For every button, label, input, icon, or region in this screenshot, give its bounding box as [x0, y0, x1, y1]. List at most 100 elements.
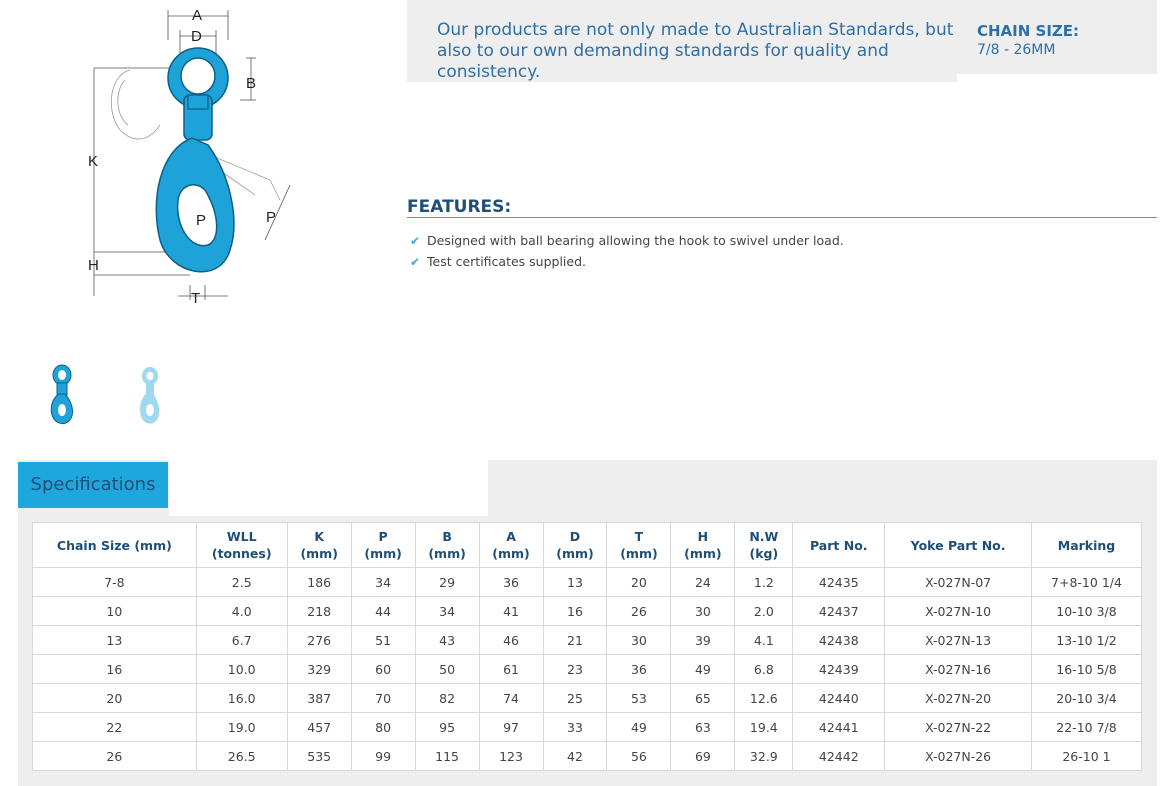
column-header: A (mm) — [478, 522, 544, 568]
table-cell: 16 — [32, 654, 197, 684]
table-row: 13 6.7 276 51 43 46 21 30 39 4.1 42438 X-027N-13 13-… — [32, 625, 1143, 655]
table-row: 20 16.0 387 70 82 74 25 53 65 12.6 42440 X-027N-20 2… — [32, 683, 1143, 713]
chain-size-title: CHAIN SIZE: — [977, 22, 1080, 40]
column-header: K (mm) — [286, 522, 352, 568]
column-header-text: N.W — [749, 529, 779, 544]
column-header-text: Chain Size (mm) — [56, 537, 172, 553]
table-cell: X-027N-13 — [884, 625, 1032, 655]
column-header-text: (tonnes) — [211, 546, 272, 561]
table-cell: 7+8-10 1/4 — [1030, 567, 1143, 597]
table-cell: 2.5 — [195, 567, 288, 597]
table-cell: 2.0 — [734, 596, 794, 626]
column-header-text: (mm) — [684, 546, 722, 561]
table-cell: 23 — [542, 654, 608, 684]
features-divider — [407, 217, 1157, 218]
table-cell: 29 — [414, 567, 480, 597]
table-cell: 115 — [414, 741, 480, 771]
table-cell: 33 — [542, 712, 608, 742]
table-cell: 41 — [478, 596, 544, 626]
table-cell: X-027N-16 — [884, 654, 1032, 684]
table-cell: 10 — [32, 596, 197, 626]
table-cell: 20 — [606, 567, 672, 597]
table-cell: X-027N-22 — [884, 712, 1032, 742]
table-cell: 6.8 — [734, 654, 794, 684]
specifications-table: Chain Size (mm) WLL (tonnes) K (mm) P (mm) B (mm… — [32, 522, 1143, 771]
table-cell: 1.2 — [734, 567, 794, 597]
table-row: 22 19.0 457 80 95 97 33 49 63 19.4 42441 X-027N-22 2… — [32, 712, 1143, 742]
column-header-text: WLL — [226, 529, 257, 544]
column-header-text: T — [634, 529, 644, 544]
label-k: K — [88, 153, 98, 170]
table-cell: 22 — [32, 712, 197, 742]
table-cell: 21 — [542, 625, 608, 655]
table-cell: 70 — [350, 683, 416, 713]
intro-text: Our products are not only made to Austra… — [437, 20, 954, 82]
table-cell: 95 — [414, 712, 480, 742]
table-cell: 56 — [606, 741, 672, 771]
column-header: N.W (kg) — [734, 522, 794, 568]
column-header-text: P — [378, 529, 388, 544]
table-cell: 13 — [542, 567, 608, 597]
label-p-outer: P — [266, 209, 276, 226]
column-header-text: Part No. — [809, 537, 868, 553]
table-cell: 36 — [478, 567, 544, 597]
table-cell: 60 — [350, 654, 416, 684]
table-cell: 16-10 5/8 — [1030, 654, 1143, 684]
thumbnail-hook-diagram[interactable] — [128, 362, 168, 432]
table-cell: 74 — [478, 683, 544, 713]
table-cell: 61 — [478, 654, 544, 684]
table-cell: 63 — [670, 712, 736, 742]
table-cell: 13 — [32, 625, 197, 655]
table-cell: 42 — [542, 741, 608, 771]
table-cell: 49 — [670, 654, 736, 684]
table-cell: 43 — [414, 625, 480, 655]
table-cell: 4.1 — [734, 625, 794, 655]
feature-item: ✔ Test certificates supplied. — [410, 251, 844, 272]
table-cell: 26.5 — [195, 741, 288, 771]
thumbnail-hook-photo[interactable] — [45, 362, 85, 432]
check-icon: ✔ — [410, 233, 421, 248]
table-cell: 186 — [286, 567, 352, 597]
column-header-text: A — [506, 529, 516, 544]
table-cell: 34 — [350, 567, 416, 597]
table-cell: 51 — [350, 625, 416, 655]
column-header: D (mm) — [542, 522, 608, 568]
column-header-text: (mm) — [428, 546, 466, 561]
table-cell: 32.9 — [734, 741, 794, 771]
table-cell: 22-10 7/8 — [1030, 712, 1143, 742]
label-p-inner: P — [196, 212, 206, 229]
table-cell: 26 — [606, 596, 672, 626]
column-header: B (mm) — [414, 522, 480, 568]
table-cell: 42439 — [792, 654, 886, 684]
tab-strip-blank — [169, 456, 488, 516]
table-cell: 65 — [670, 683, 736, 713]
column-header-text: (mm) — [556, 546, 594, 561]
table-cell: 42438 — [792, 625, 886, 655]
label-a: A — [192, 7, 202, 24]
check-icon: ✔ — [410, 254, 421, 269]
column-header: Chain Size (mm) — [32, 522, 197, 568]
column-header-text: Yoke Part No. — [910, 537, 1006, 553]
table-cell: 80 — [350, 712, 416, 742]
table-cell: 34 — [414, 596, 480, 626]
column-header: Yoke Part No. — [884, 522, 1032, 568]
table-cell: 42440 — [792, 683, 886, 713]
features-title: FEATURES: — [407, 197, 512, 217]
table-cell: 26-10 1 — [1030, 741, 1143, 771]
table-cell: 30 — [670, 596, 736, 626]
table-cell: 16.0 — [195, 683, 288, 713]
table-row: 26 26.5 535 99 115 123 42 56 69 32.9 42442 X-027N-2… — [32, 741, 1143, 771]
table-cell: 6.7 — [195, 625, 288, 655]
table-cell: 42441 — [792, 712, 886, 742]
table-cell: 276 — [286, 625, 352, 655]
tab-specifications[interactable]: Specifications — [18, 462, 168, 508]
table-cell: X-027N-10 — [884, 596, 1032, 626]
table-row: 10 4.0 218 44 34 41 16 26 30 2.0 42437 X-027N-10 10-… — [32, 596, 1143, 626]
table-cell: 26 — [32, 741, 197, 771]
table-cell: 19.0 — [195, 712, 288, 742]
table-cell: 39 — [670, 625, 736, 655]
table-cell: 50 — [414, 654, 480, 684]
table-cell: 10.0 — [195, 654, 288, 684]
table-cell: 218 — [286, 596, 352, 626]
column-header-text: H — [697, 529, 709, 544]
